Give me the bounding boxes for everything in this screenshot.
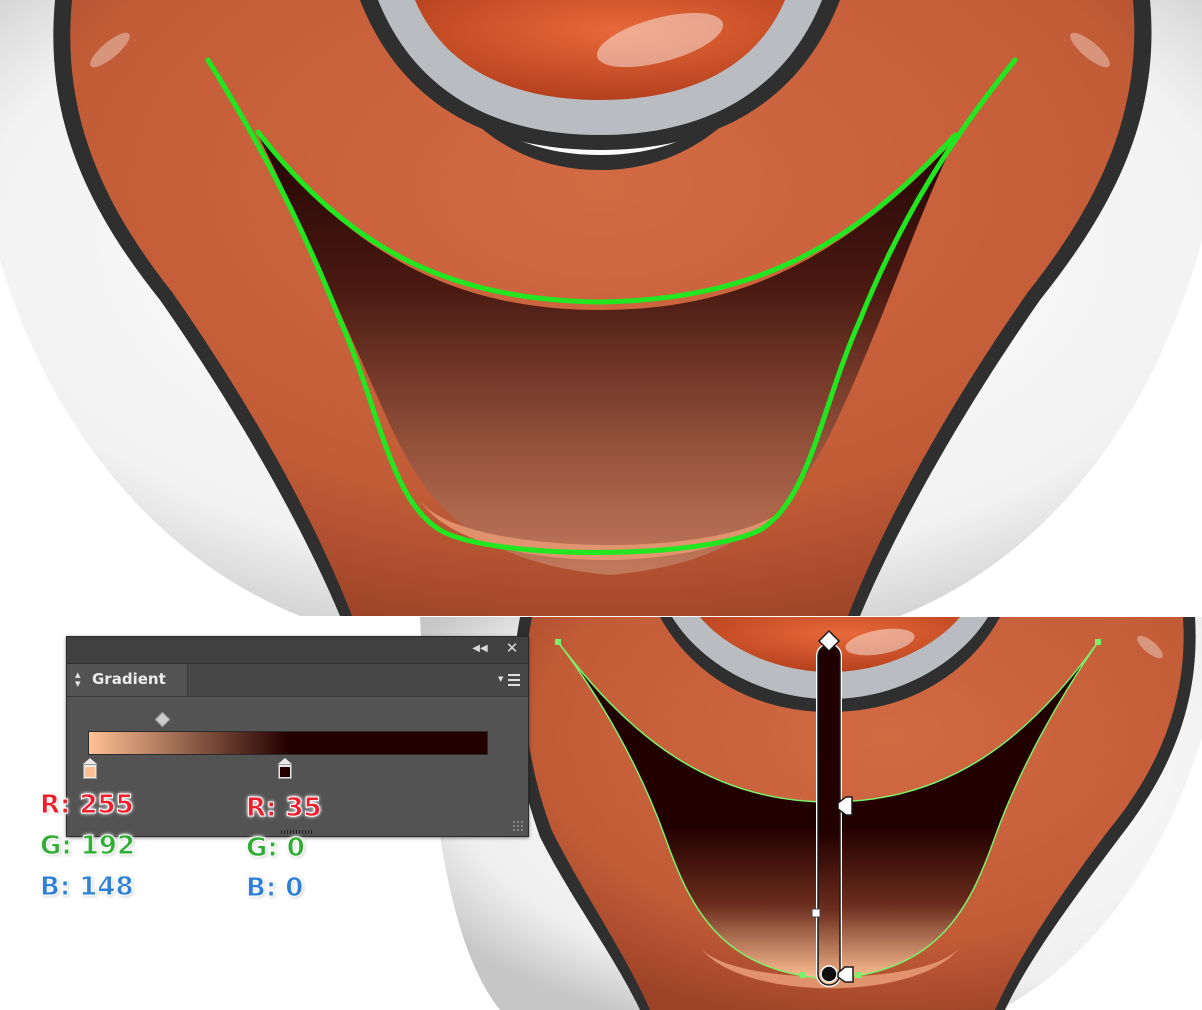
close-icon[interactable]: ✕ bbox=[504, 640, 520, 656]
stop-left-b-value: B: 148 bbox=[40, 872, 135, 903]
mouth-artwork-top bbox=[0, 0, 1202, 616]
gradient-midpoint-diamond[interactable] bbox=[154, 711, 171, 728]
panel-tab-strip: ▴ ▾ Gradient ▼ bbox=[67, 664, 528, 697]
tab-gradient[interactable]: ▴ ▾ Gradient bbox=[67, 664, 188, 696]
gradient-stop-swatch bbox=[280, 767, 290, 777]
stop-right-r-value: R: 35 bbox=[246, 793, 323, 824]
panel-menu-icon[interactable]: ▼ bbox=[498, 672, 520, 688]
stop-right-b-value: B: 0 bbox=[245, 873, 304, 904]
stop-right-g-value: G: 0 bbox=[246, 833, 306, 864]
gradient-stop-right[interactable] bbox=[276, 758, 294, 780]
stop-left-g-value: G: 192 bbox=[39, 831, 136, 862]
resize-grip-icon[interactable] bbox=[512, 820, 524, 832]
gradient-slider[interactable] bbox=[88, 731, 488, 755]
panel-title-bar[interactable]: ◀◀ ✕ bbox=[67, 637, 528, 664]
double-chevron-left-icon[interactable]: ◀◀ bbox=[472, 641, 488, 657]
tab-gradient-label: Gradient bbox=[92, 670, 166, 688]
gradient-stop-swatch bbox=[85, 767, 95, 777]
stop-left-r-value: R: 255 bbox=[40, 790, 135, 821]
gradient-stop-left[interactable] bbox=[81, 758, 99, 780]
up-down-arrows-icon: ▴ ▾ bbox=[75, 668, 81, 690]
